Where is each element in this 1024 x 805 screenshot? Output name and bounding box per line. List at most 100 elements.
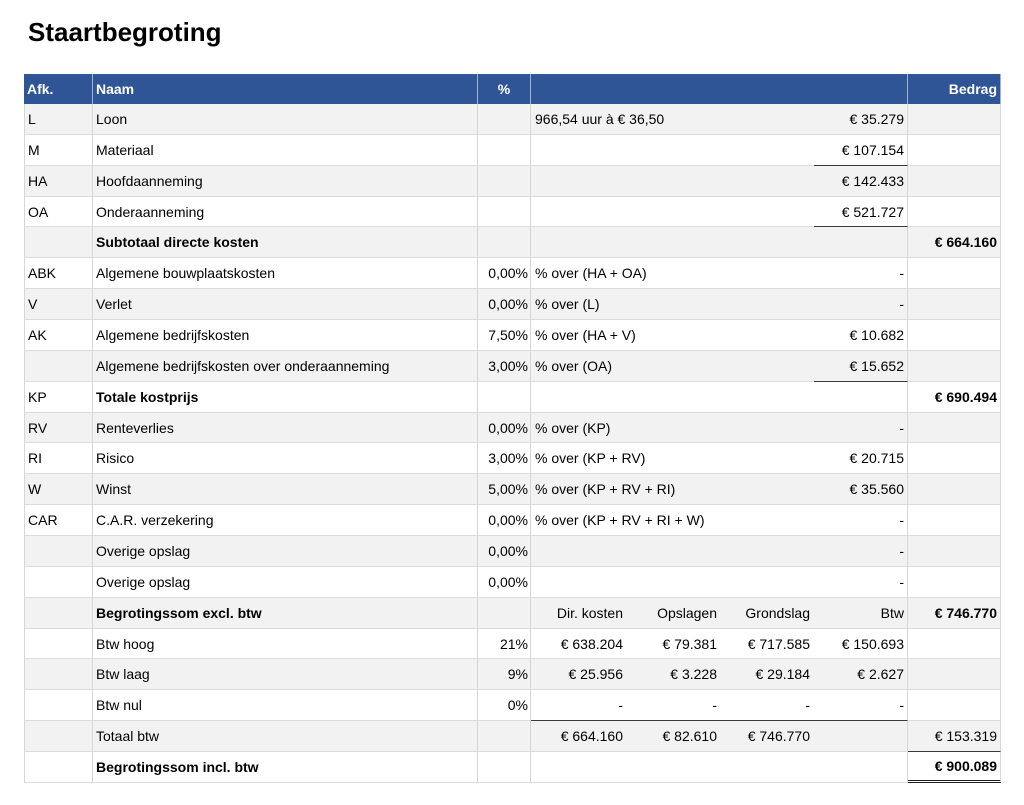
cell-afk: W — [24, 474, 93, 506]
page-title: Staartbegroting — [28, 17, 222, 47]
cell-naam: Winst — [93, 474, 478, 506]
cell-percentage: 0% — [478, 690, 531, 722]
cell-afk — [24, 566, 93, 598]
table-row: AK Algemene bedrijfskosten 7,50% % over … — [24, 320, 1001, 351]
cell-percentage — [478, 752, 531, 783]
cell-omschrijving: % over (KP + RV + RI) — [531, 474, 814, 506]
cell-omschrijving — [531, 227, 814, 259]
cell-percentage: 3,00% — [478, 350, 531, 382]
cell-afk: KP — [24, 381, 93, 413]
cell-btw — [814, 752, 908, 783]
cell-bedrag — [908, 134, 1001, 166]
cell-omschrijving: % over (L) — [531, 289, 814, 321]
cell-deelbedrag: € 20.715 — [814, 443, 908, 475]
cell-naam: Subtotaal directe kosten — [93, 227, 478, 259]
cell-percentage: 0,00% — [478, 505, 531, 537]
cell-deelbedrag: € 35.279 — [814, 104, 908, 135]
table-row: V Verlet 0,00% % over (L) - — [24, 289, 1001, 321]
cell-naam: Begrotingssom incl. btw — [93, 752, 478, 783]
cell-afk — [24, 721, 93, 753]
btw-row: Btw laag 9% € 25.956 € 3.228 € 29.184 € … — [24, 659, 1001, 691]
cell-bedrag — [908, 443, 1001, 475]
cell-afk: RI — [24, 443, 93, 475]
subtotal-row: Subtotaal directe kosten € 664.160 — [24, 227, 1001, 259]
cell-afk: L — [24, 104, 93, 135]
cell-dir-kosten: - — [531, 690, 627, 722]
cell-naam: Btw nul — [93, 690, 478, 722]
table-row: Algemene bedrijfskosten over onderaannem… — [24, 350, 1001, 382]
cell-opslagen: € 3.228 — [627, 659, 721, 691]
cell-bedrag — [908, 196, 1001, 228]
grand-total-row: Begrotingssom incl. btw € 900.089 — [24, 752, 1001, 783]
cell-omschrijving — [531, 382, 814, 413]
cell-omschrijving: % over (HA + OA) — [531, 258, 814, 290]
cell-naam: Loon — [93, 104, 478, 135]
cell-omschrijving: % over (OA) — [531, 351, 814, 382]
header-bedrag: Bedrag — [908, 74, 1001, 104]
table-header: Afk. Naam % Bedrag — [24, 74, 1001, 104]
cell-bedrag — [908, 474, 1001, 506]
cell-percentage: 0,00% — [478, 258, 531, 290]
cell-afk — [24, 597, 93, 629]
cell-btw: € 2.627 — [814, 659, 908, 691]
cell-deelbedrag: € 35.560 — [814, 474, 908, 506]
cell-percentage: 7,50% — [478, 320, 531, 351]
table-row: M Materiaal € 107.154 — [24, 134, 1001, 166]
grand-total-amount: € 900.089 — [908, 752, 1001, 783]
cell-naam: Materiaal — [93, 134, 478, 166]
cell-btw: - — [814, 690, 908, 722]
cell-afk — [24, 628, 93, 660]
cell-afk: M — [24, 134, 93, 166]
cell-naam: Renteverlies — [93, 412, 478, 444]
column-label-grondslag: Grondslag — [721, 598, 814, 629]
table-row: L Loon 966,54 uur à € 36,50 € 35.279 — [24, 104, 1001, 135]
table-row: HA Hoofdaanneming € 142.433 — [24, 165, 1001, 197]
cell-opslagen — [627, 752, 721, 783]
table-row: Overige opslag 0,00% - — [24, 536, 1001, 567]
cell-grondslag: € 29.184 — [721, 659, 814, 691]
cell-deelbedrag: € 521.727 — [814, 196, 908, 228]
cell-bedrag — [908, 289, 1001, 321]
column-label-dir-kosten: Dir. kosten — [531, 598, 627, 629]
budget-table: Afk. Naam % Bedrag L Loon 966,54 uur à €… — [24, 74, 1001, 783]
cell-deelbedrag: - — [814, 258, 908, 290]
cell-deelbedrag: - — [814, 412, 908, 444]
cell-percentage: 0,00% — [478, 412, 531, 444]
cell-omschrijving: % over (KP + RV + RI + W) — [531, 505, 814, 537]
cell-bedrag — [908, 536, 1001, 567]
cell-grondslag — [721, 752, 814, 783]
cell-opslagen: - — [627, 690, 721, 722]
table-row: OA Onderaanneming € 521.727 — [24, 196, 1001, 228]
cell-percentage — [478, 227, 531, 259]
cell-bedrag: € 746.770 — [908, 597, 1001, 629]
cell-afk — [24, 752, 93, 783]
table-row: ABK Algemene bouwplaatskosten 0,00% % ov… — [24, 258, 1001, 290]
table-row: Overige opslag 0,00% - — [24, 566, 1001, 598]
table-row: CAR C.A.R. verzekering 0,00% % over (KP … — [24, 505, 1001, 537]
header-detail — [531, 74, 908, 104]
cell-naam: Btw hoog — [93, 628, 478, 660]
cell-bedrag — [908, 566, 1001, 598]
cell-afk — [24, 227, 93, 259]
cell-omschrijving — [531, 197, 814, 228]
cell-omschrijving: % over (KP) — [531, 413, 814, 444]
cell-afk: ABK — [24, 258, 93, 290]
cell-omschrijving — [531, 567, 814, 598]
cell-naam: Onderaanneming — [93, 196, 478, 228]
cell-bedrag — [908, 505, 1001, 537]
table-row: W Winst 5,00% % over (KP + RV + RI) € 35… — [24, 474, 1001, 506]
cell-naam: Totaal btw — [93, 721, 478, 753]
cell-dir-kosten: € 25.956 — [531, 659, 627, 691]
cell-dir-kosten: € 664.160 — [531, 721, 627, 753]
cell-omschrijving — [531, 135, 814, 166]
table-row: RI Risico 3,00% % over (KP + RV) € 20.71… — [24, 443, 1001, 475]
cell-deelbedrag: - — [814, 289, 908, 321]
cell-naam: Overige opslag — [93, 536, 478, 567]
btw-row: Btw hoog 21% € 638.204 € 79.381 € 717.58… — [24, 628, 1001, 660]
cell-grondslag: € 717.585 — [721, 629, 814, 660]
cell-omschrijving: % over (KP + RV) — [531, 443, 814, 475]
cell-naam: Totale kostprijs — [93, 381, 478, 413]
cell-bedrag — [908, 659, 1001, 691]
cell-btw: € 150.693 — [814, 628, 908, 660]
cell-deelbedrag: € 142.433 — [814, 165, 908, 197]
